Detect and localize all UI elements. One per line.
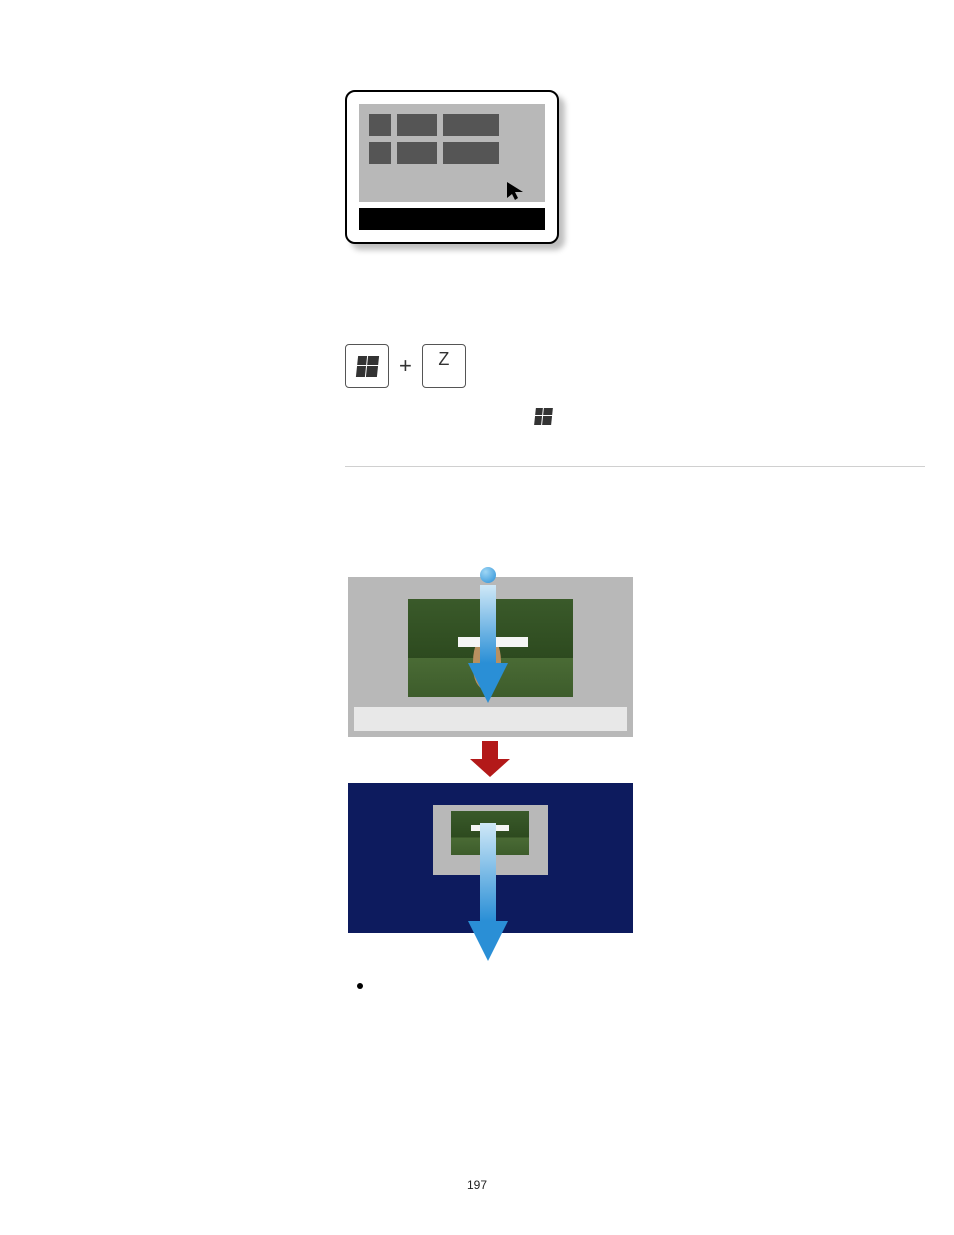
windows-key [345, 344, 389, 388]
plus-icon: + [399, 353, 412, 379]
list-item [345, 983, 925, 989]
page-number: 197 [0, 1178, 954, 1192]
touch-point-icon [480, 567, 496, 583]
windows-logo-icon [534, 408, 554, 425]
arrow-down-icon [463, 585, 513, 705]
app-bar [359, 208, 545, 230]
monitor-screen [359, 104, 545, 202]
drag-down-arrow [463, 823, 513, 968]
tile-icon [443, 142, 499, 164]
tile-icon [397, 142, 437, 164]
tile-icon [443, 114, 499, 136]
z-key: Z [422, 344, 466, 388]
step-arrow-icon [468, 741, 512, 777]
windows-logo-icon [355, 356, 378, 377]
windows-icon [535, 408, 553, 426]
bullet-icon [357, 983, 363, 989]
tile-icon [397, 114, 437, 136]
monitor-illustration [345, 90, 559, 244]
close-app-diagram [345, 577, 635, 933]
key-label: Z [438, 349, 449, 370]
section-divider [345, 466, 925, 467]
keyboard-shortcut: + Z [345, 344, 925, 388]
drag-start-indicator [463, 567, 513, 710]
app-footer [354, 707, 627, 731]
page-content: + Z [345, 90, 925, 989]
tile-icon [369, 142, 391, 164]
tile-icon [369, 114, 391, 136]
arrow-down-icon [463, 823, 513, 963]
